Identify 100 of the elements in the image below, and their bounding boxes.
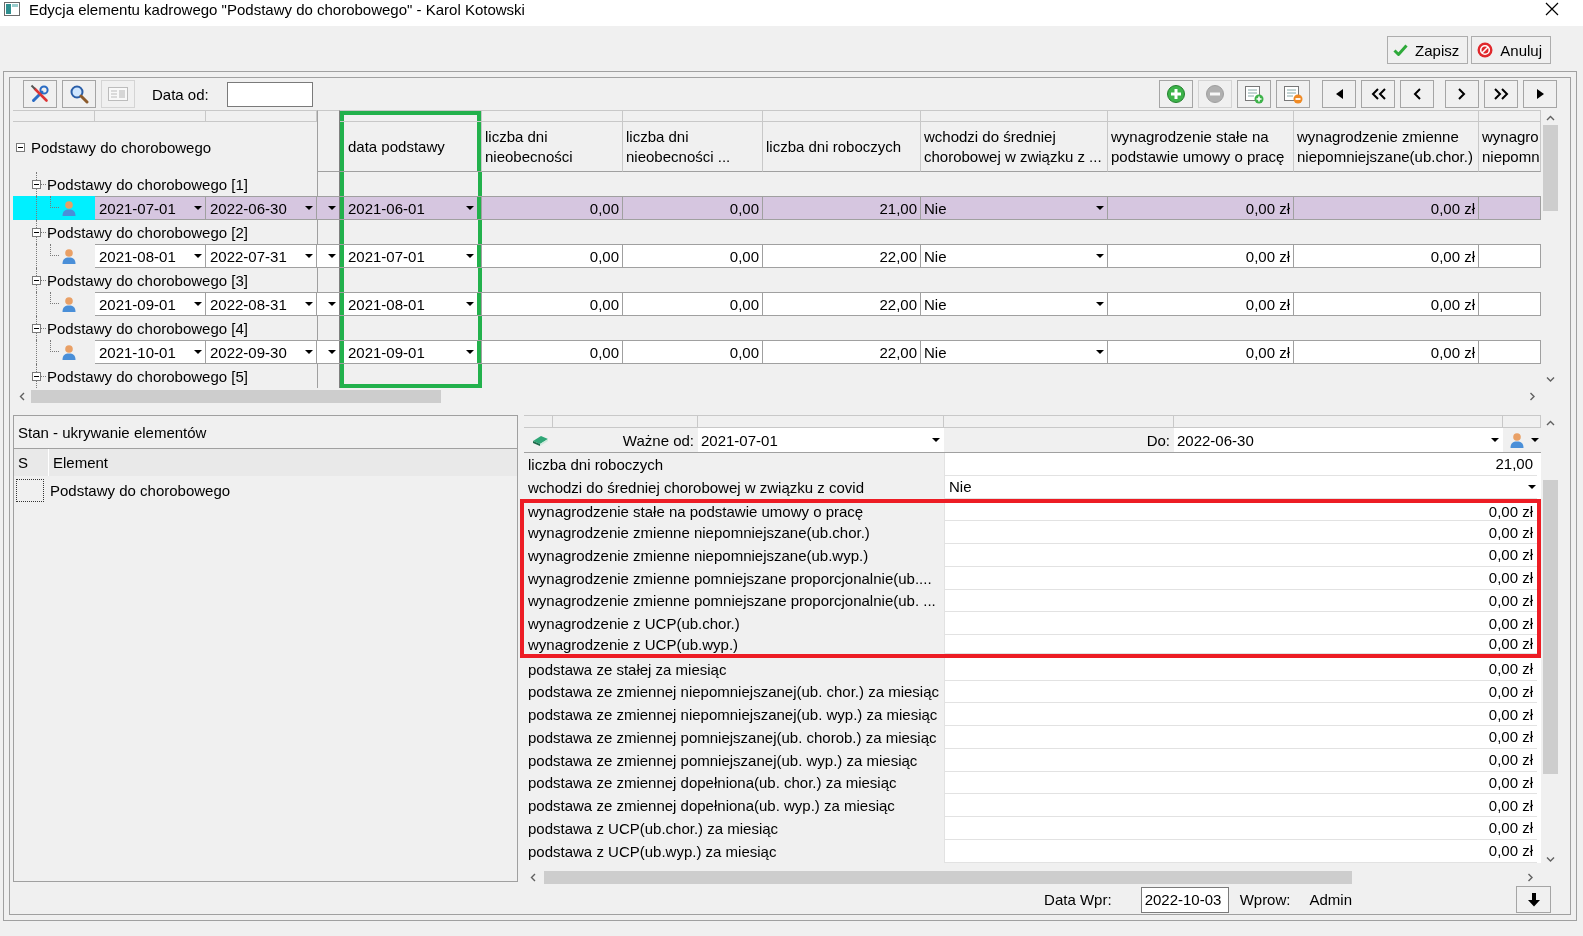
chevron-right-icon[interactable] <box>1529 392 1536 401</box>
double-chevron-left-icon <box>1370 88 1386 100</box>
property-value[interactable]: 21,00 <box>944 453 1537 476</box>
dropdown-field[interactable]: Nie <box>921 245 1108 267</box>
toolbar-button[interactable] <box>1400 80 1434 108</box>
property-value[interactable]: 0,00 zł <box>944 566 1537 590</box>
field-label: Data Wpr: <box>1044 891 1112 908</box>
person-icon <box>1509 432 1525 448</box>
column-header[interactable]: S <box>14 449 49 476</box>
list-item[interactable]: Podstawy do chorobowego <box>50 481 231 499</box>
dropdown-field[interactable]: Nie <box>921 197 1108 219</box>
column-header[interactable]: wynagrodzenie zmienne niepomniejszane(ub.chor.) <box>1294 122 1479 172</box>
property-value[interactable]: 0,00 zł <box>944 817 1537 840</box>
table-row[interactable]: 2021-09-01 2022-08-31 2021-08-01 0,00 0,00 22,00 Nie 0,00 zł 0,00 zł <box>95 292 1541 316</box>
triangle-right-icon <box>1536 89 1544 99</box>
toolbar-button[interactable] <box>1523 80 1557 108</box>
collapse-icon[interactable] <box>32 227 41 237</box>
caret-icon <box>328 350 336 354</box>
dropdown-field[interactable]: 2021-08-01 <box>340 293 482 315</box>
scrollbar-thumb[interactable] <box>31 390 441 403</box>
property-value[interactable]: 0,00 zł <box>944 544 1537 567</box>
toolbar-button[interactable] <box>1484 80 1518 108</box>
tree-node[interactable]: Podstawy do chorobowego [5] <box>47 367 248 385</box>
tree-node[interactable]: Podstawy do chorobowego [3] <box>47 271 248 289</box>
scrollbar-thumb[interactable] <box>1543 480 1558 774</box>
dropdown-field[interactable]: Nie <box>921 293 1108 315</box>
column-header[interactable]: wchodzi do średniej chorobowej w związku z ... <box>921 122 1108 172</box>
toolbar-button[interactable] <box>1361 80 1395 108</box>
date-dropdown[interactable]: 2022-06-30 <box>206 197 317 219</box>
toolbar-button[interactable] <box>1445 80 1479 108</box>
date-dropdown[interactable]: 2022-08-31 <box>206 293 317 315</box>
property-value[interactable]: 0,00 zł <box>944 748 1537 772</box>
property-value[interactable]: 0,00 zł <box>944 703 1537 726</box>
property-value[interactable]: 0,00 zł <box>944 635 1537 654</box>
close-button[interactable] <box>1544 1 1560 17</box>
property-value[interactable]: 0,00 zł <box>944 657 1537 681</box>
chevron-down-icon[interactable] <box>1546 376 1555 383</box>
tree-node[interactable]: Podstawy do chorobowego <box>31 138 212 156</box>
property-value[interactable]: 0,00 zł <box>944 521 1537 544</box>
chevron-right-icon[interactable] <box>1527 872 1534 882</box>
chevron-down-icon[interactable] <box>1546 856 1555 863</box>
cancel-button[interactable]: Anuluj <box>1471 36 1551 64</box>
dropdown-field[interactable]: 2021-07-01 <box>340 245 482 267</box>
property-label: wynagrodzenie zmienne niepomniejszane(ub.wyp.) <box>527 545 870 566</box>
collapse-icon[interactable] <box>32 371 41 381</box>
date-dropdown[interactable]: 2021-07-01 <box>95 197 206 219</box>
chevron-up-icon[interactable] <box>1546 115 1555 122</box>
table-row[interactable]: 2021-10-01 2022-09-30 2021-09-01 0,00 0,00 22,00 Nie 0,00 zł 0,00 zł <box>95 340 1541 364</box>
collapse-icon[interactable] <box>32 179 41 189</box>
date-dropdown[interactable]: 2022-09-30 <box>206 341 317 363</box>
date-dropdown[interactable]: 2021-07-01 <box>698 428 944 452</box>
column-header[interactable]: liczba dni nieobecności ... <box>623 122 763 172</box>
caret-icon <box>1096 350 1104 354</box>
collapse-icon[interactable] <box>32 323 41 333</box>
date-dropdown[interactable]: 2021-10-01 <box>95 341 206 363</box>
collapse-icon[interactable] <box>16 142 25 152</box>
table-cell: 0,00 <box>482 197 623 219</box>
toolbar-button[interactable] <box>1322 80 1356 108</box>
date-field[interactable]: 2022-10-03 <box>1140 886 1229 913</box>
caret-icon <box>466 206 474 210</box>
caret-icon <box>1528 484 1536 489</box>
chevron-left-icon[interactable] <box>19 392 26 401</box>
scrollbar-thumb[interactable] <box>1543 125 1558 211</box>
tree-node[interactable]: Podstawy do chorobowego [4] <box>47 319 248 337</box>
column-header[interactable]: liczba dni roboczych <box>763 122 921 172</box>
date-dropdown[interactable]: 2022-07-31 <box>206 245 317 267</box>
property-value[interactable]: 0,00 zł <box>944 726 1537 749</box>
tree-node[interactable]: Podstawy do chorobowego [1] <box>47 175 248 193</box>
checkbox[interactable] <box>16 478 44 502</box>
date-dropdown[interactable]: 2021-08-01 <box>95 245 206 267</box>
toolbar-button[interactable] <box>1516 886 1551 913</box>
tree-node[interactable]: Podstawy do chorobowego [2] <box>47 223 248 241</box>
date-dropdown[interactable]: 2021-09-01 <box>95 293 206 315</box>
date-from-field[interactable] <box>226 81 313 107</box>
table-row[interactable]: 2021-07-01 2022-06-30 2021-06-01 0,00 0,00 21,00 Nie 0,00 zł 0,00 zł <box>95 196 1541 220</box>
date-dropdown[interactable]: 2022-06-30 <box>1174 428 1503 452</box>
dropdown-field[interactable]: 2021-09-01 <box>340 341 482 363</box>
table-cell: 0,00 <box>482 245 623 267</box>
column-header[interactable]: wynagrodzenie stałe na podstawie umowy o pracę <box>1108 122 1294 172</box>
property-value[interactable]: 0,00 zł <box>944 680 1537 704</box>
property-value[interactable]: 0,00 zł <box>944 589 1537 613</box>
scrollbar-thumb[interactable] <box>544 870 1352 884</box>
dropdown-field[interactable]: Nie <box>921 341 1108 363</box>
save-button[interactable]: Zapisz <box>1387 36 1469 64</box>
column-header[interactable]: Element <box>49 449 517 476</box>
table-row[interactable]: 2021-08-01 2022-07-31 2021-07-01 0,00 0,00 22,00 Nie 0,00 zł 0,00 zł <box>95 244 1541 268</box>
property-value[interactable]: 0,00 zł <box>944 502 1537 522</box>
column-header[interactable]: liczba dni nieobecności <box>482 122 623 172</box>
tree-cell[interactable] <box>13 196 95 220</box>
property-value[interactable]: 0,00 zł <box>944 839 1537 863</box>
dropdown-field[interactable]: 2021-06-01 <box>340 197 482 219</box>
column-header[interactable]: data podstawy <box>340 122 482 172</box>
chevron-up-icon[interactable] <box>1546 420 1555 427</box>
property-value[interactable]: 0,00 zł <box>944 794 1537 817</box>
chevron-left-icon[interactable] <box>530 872 537 882</box>
person-icon <box>61 344 77 360</box>
collapse-icon[interactable] <box>32 275 41 285</box>
property-value[interactable]: 0,00 zł <box>944 771 1537 795</box>
property-value[interactable]: 0,00 zł <box>944 612 1537 635</box>
property-dropdown[interactable]: Nie <box>944 475 1537 499</box>
